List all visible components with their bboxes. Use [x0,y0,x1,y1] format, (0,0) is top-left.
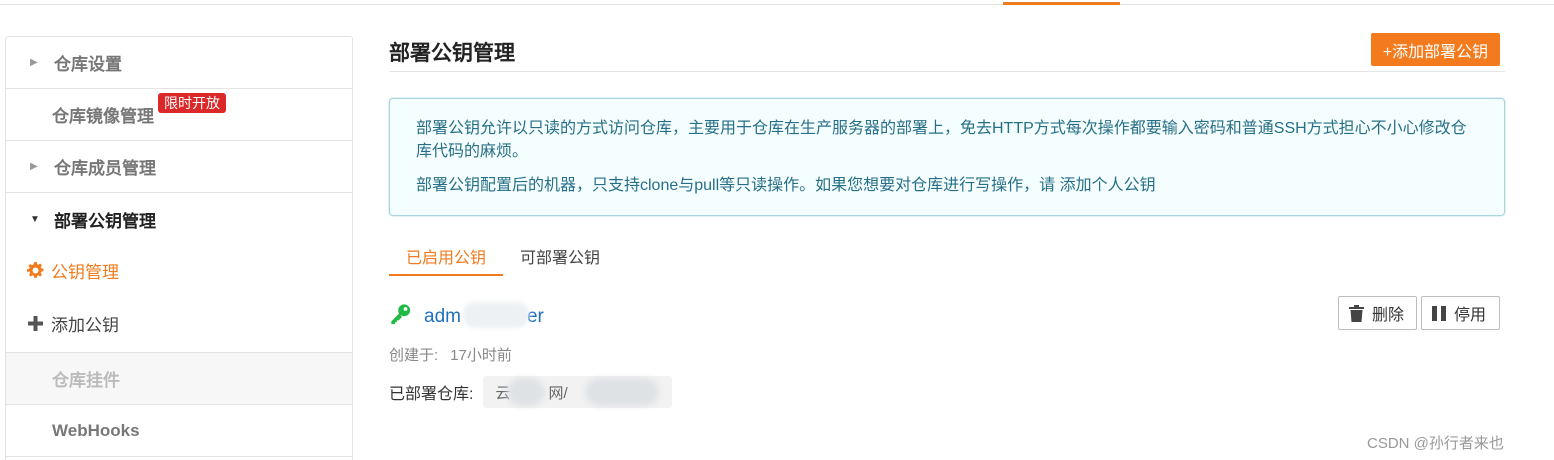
pause-icon [1432,305,1446,321]
delete-button[interactable]: 删除 [1338,296,1417,330]
caret-right-icon: ▶ [30,161,38,172]
sidebar-item-label: 仓库成员管理 [54,159,156,178]
deployed-label: 已部署仓库: [389,386,474,403]
sidebar-item-label: 部署公钥管理 [54,211,156,231]
gear-icon [26,261,44,279]
page-title: 部署公钥管理 [389,42,515,65]
sidebar-subitem-label: 公钥管理 [51,262,119,282]
limited-time-badge: 限时开放 [158,93,226,113]
watermark: CSDN @孙行者来也 [1367,435,1504,452]
sidebar-item-label: 仓库设置 [54,55,122,74]
redacted-area [507,378,546,406]
created-label: 创建于: [389,347,439,364]
sidebar-item-label: WebHooks [52,420,140,440]
tab-enabled-keys[interactable]: 已启用公钥 [389,238,504,276]
plus-icon [26,316,44,331]
add-deploy-key-button[interactable]: +添加部署公钥 [1371,33,1500,66]
repo-tag-text: 网/ [548,384,568,402]
info-text-2: 部署公钥配置后的机器，只支持clone与pull等只读操作。如果您想要对仓库进行… [416,177,1156,194]
sidebar-item-mirror-management[interactable]: 仓库镜像管理 限时开放 [6,89,352,141]
sidebar-subitem-key-management[interactable]: 公钥管理 [6,245,352,295]
sidebar-item-webhooks[interactable]: WebHooks [6,405,352,457]
created-value: 17小时前 [450,347,512,364]
key-tabs: 已启用公钥 可部署公钥 [389,238,617,276]
sidebar-item-label: 仓库挂件 [52,371,120,390]
disable-button-label: 停用 [1454,307,1487,324]
redacted-area [463,302,529,328]
caret-down-icon: ▼ [30,213,40,225]
sidebar-item-deploy-key-management[interactable]: ▼ 部署公钥管理 [6,193,352,245]
sidebar-item-repo-plugins: 仓库挂件 [6,353,352,405]
sidebar-item-repo-settings[interactable]: ▶ 仓库设置 [6,37,352,89]
caret-right-icon: ▶ [30,57,38,68]
info-text-1: 部署公钥允许以只读的方式访问仓库，主要用于仓库在生产服务器的部署上，免去HTTP… [416,120,1467,160]
top-nav-strip [0,0,1554,5]
key-icon [389,303,412,330]
tab-deployable-keys[interactable]: 可部署公钥 [503,238,617,276]
title-divider [389,71,1505,72]
redacted-area [585,378,660,406]
repo-tag[interactable]: 云 网/ [483,376,673,408]
key-created-info: 创建于: 17小时前 [389,344,512,365]
sidebar-item-member-management[interactable]: ▶ 仓库成员管理 [6,141,352,193]
deployed-repos: 已部署仓库: 云 网/ [389,376,673,408]
disable-button[interactable]: 停用 [1421,296,1500,330]
settings-sidebar: ▶ 仓库设置 仓库镜像管理 限时开放 ▶ 仓库成员管理 ▼ 部署公钥管理 公钥管… [5,36,353,460]
sidebar-item-label: 仓库镜像管理 [52,107,154,126]
active-top-tab-indicator [1003,2,1120,5]
info-message: 部署公钥允许以只读的方式访问仓库，主要用于仓库在生产服务器的部署上，免去HTTP… [389,98,1505,216]
delete-button-label: 删除 [1372,307,1405,324]
trash-icon [1349,304,1364,322]
sidebar-subitem-label: 添加公钥 [51,316,119,335]
sidebar-subitem-add-key[interactable]: 添加公钥 [6,295,352,353]
